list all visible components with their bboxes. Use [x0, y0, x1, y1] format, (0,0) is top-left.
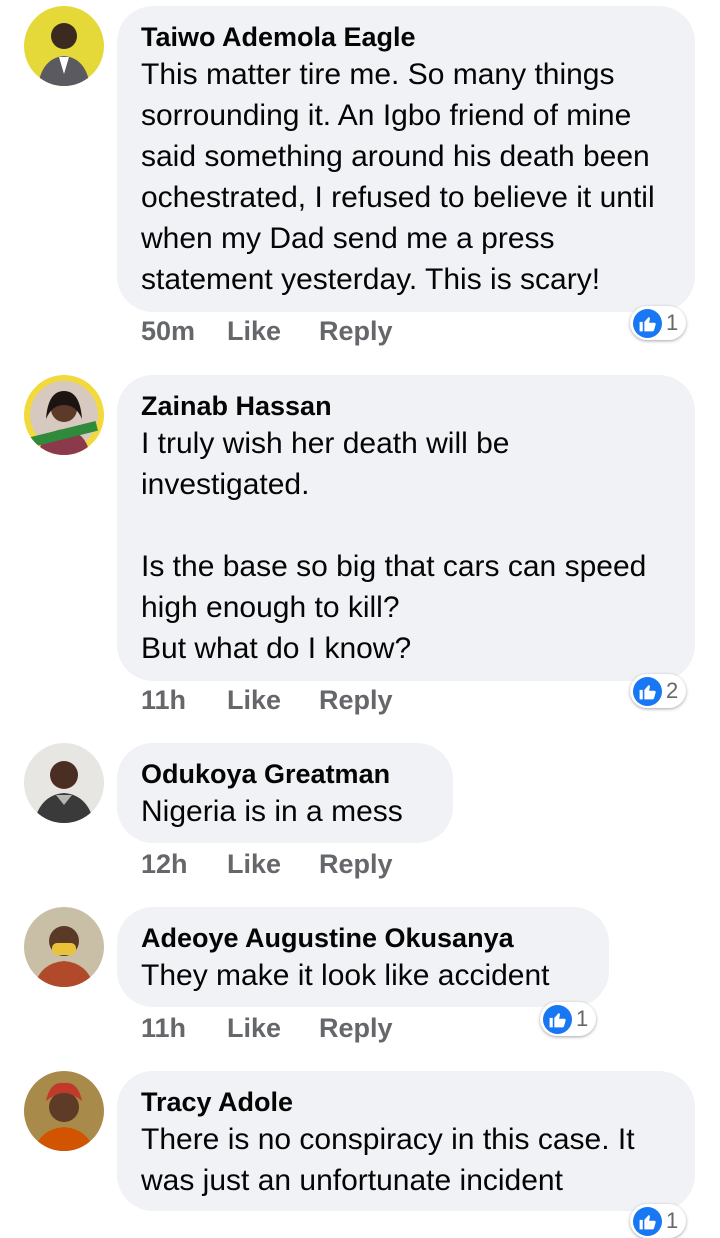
like-button[interactable]: Like [227, 1013, 319, 1044]
comment-actions: 11h Like Reply [141, 685, 393, 716]
reply-button[interactable]: Reply [319, 849, 393, 880]
comment-author[interactable]: Tracy Adole [141, 1086, 671, 1119]
comment-author[interactable]: Odukoya Greatman [141, 758, 429, 791]
comment-timestamp[interactable]: 11h [141, 685, 227, 716]
comment-bubble: Taiwo Ademola Eagle This matter tire me.… [117, 6, 695, 312]
thumbs-up-icon [633, 676, 662, 706]
comment-text: There is no conspiracy in this case. It … [141, 1123, 635, 1197]
avatar[interactable] [24, 375, 104, 455]
thumbs-up-icon [633, 308, 662, 338]
avatar[interactable] [24, 907, 104, 987]
comment-author[interactable]: Zainab Hassan [141, 390, 671, 423]
reaction-count-label: 1 [666, 310, 679, 335]
comment-bubble: Adeoye Augustine Okusanya They make it l… [117, 907, 609, 1007]
comment-text: I truly wish her death will be investiga… [141, 427, 647, 665]
comment-actions: 11h Like Reply [141, 1013, 393, 1044]
comment-bubble: Odukoya Greatman Nigeria is in a mess [117, 743, 453, 843]
comment-bubble: Tracy Adole There is no conspiracy in th… [117, 1071, 695, 1211]
reaction-count[interactable]: 1 [630, 306, 687, 340]
comment-timestamp[interactable]: 12h [141, 849, 227, 880]
reaction-count-label: 2 [666, 678, 679, 703]
comment-author[interactable]: Adeoye Augustine Okusanya [141, 922, 585, 955]
comment-actions: 12h Like Reply [141, 849, 393, 880]
comment-text: They make it look like accident [141, 959, 550, 992]
comment-bubble: Zainab Hassan I truly wish her death wil… [117, 375, 695, 681]
reaction-count[interactable]: 1 [630, 1204, 687, 1238]
thumbs-up-icon [543, 1004, 572, 1034]
like-button[interactable]: Like [227, 849, 319, 880]
reply-button[interactable]: Reply [319, 316, 393, 347]
comment-author[interactable]: Taiwo Ademola Eagle [141, 21, 671, 54]
reaction-count[interactable]: 2 [630, 674, 687, 708]
comment-text: Nigeria is in a mess [141, 795, 403, 828]
avatar[interactable] [24, 6, 104, 86]
reaction-count-label: 1 [666, 1208, 679, 1233]
reaction-count[interactable]: 1 [540, 1002, 597, 1036]
reply-button[interactable]: Reply [319, 685, 393, 716]
reaction-count-label: 1 [576, 1006, 589, 1031]
comment-timestamp[interactable]: 11h [141, 1013, 227, 1044]
thumbs-up-icon [633, 1206, 662, 1236]
comment-actions: 50m Like Reply [141, 316, 393, 347]
reply-button[interactable]: Reply [319, 1013, 393, 1044]
like-button[interactable]: Like [227, 685, 319, 716]
avatar[interactable] [24, 1071, 104, 1151]
like-button[interactable]: Like [227, 316, 319, 347]
avatar[interactable] [24, 743, 104, 823]
comment-timestamp[interactable]: 50m [141, 316, 227, 347]
comment-text: This matter tire me. So many things sorr… [141, 58, 655, 296]
